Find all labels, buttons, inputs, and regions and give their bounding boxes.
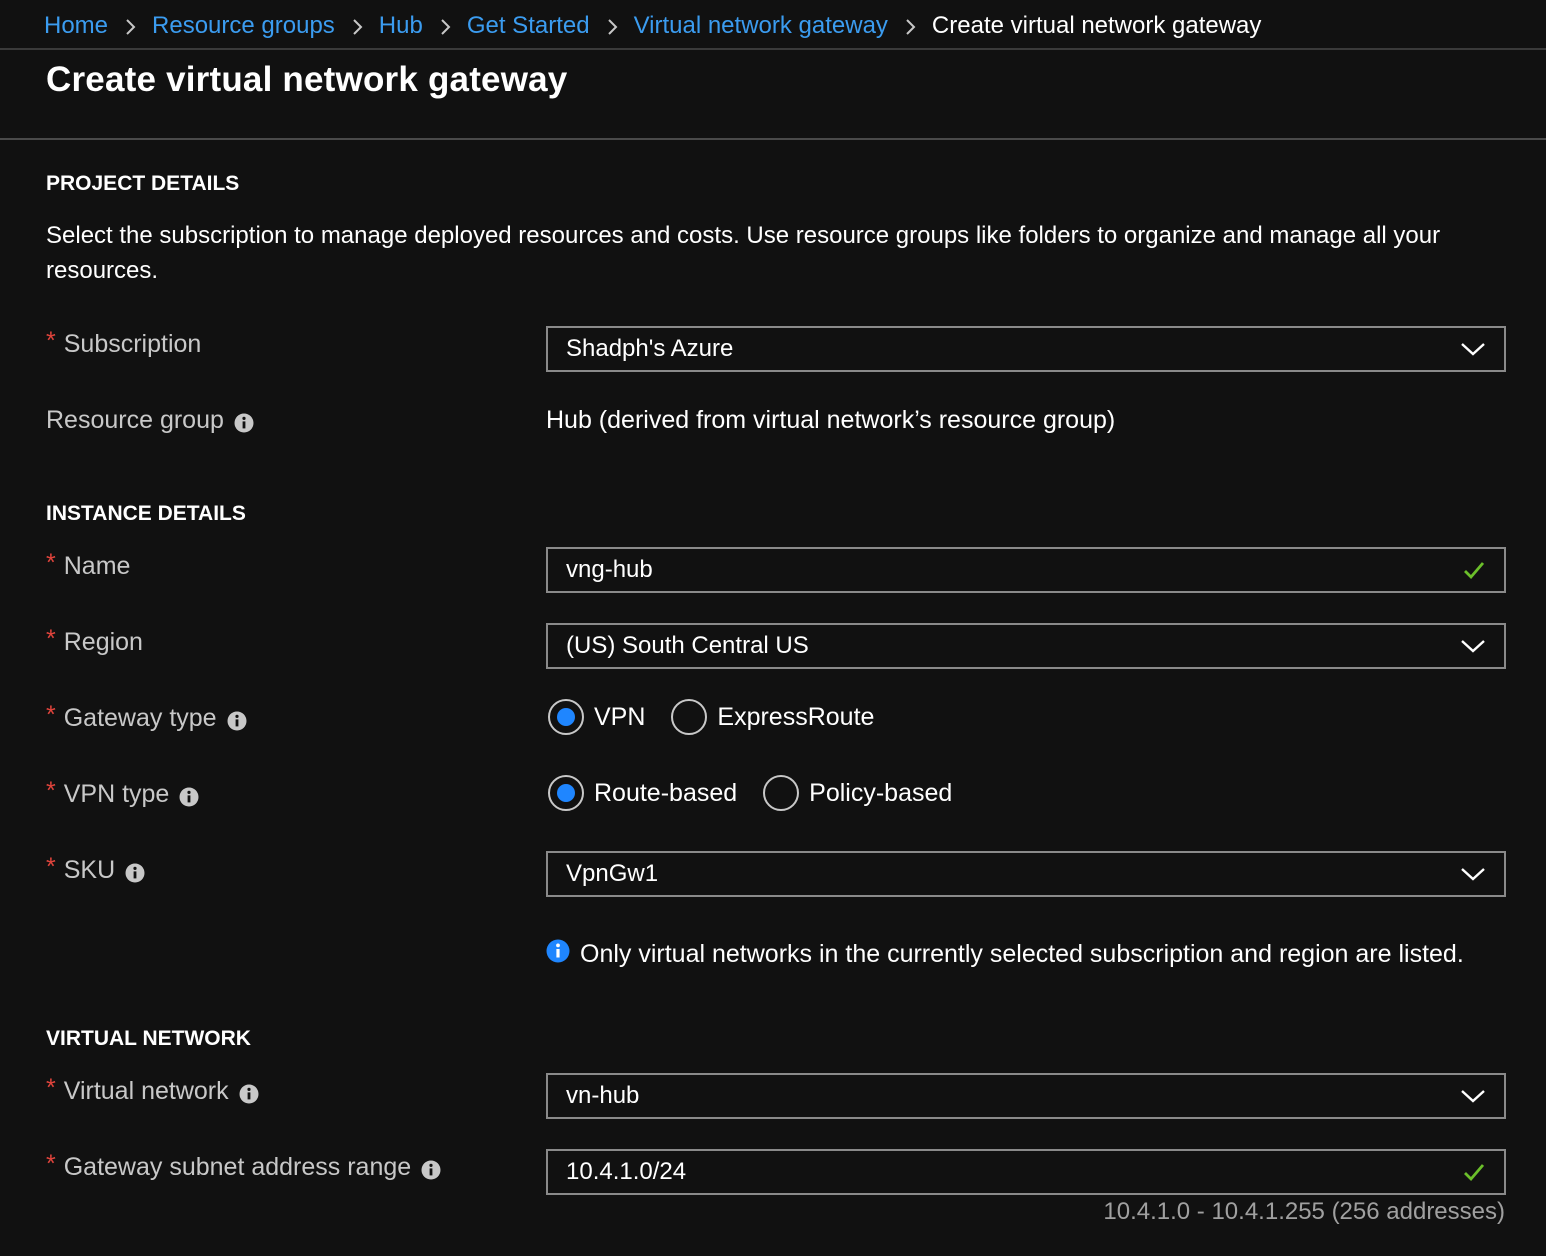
breadcrumb-virtual-network-gateway-link[interactable]: Virtual network gateway (634, 12, 888, 40)
region-label: * Region (46, 625, 143, 657)
info-icon[interactable] (227, 711, 247, 731)
gateway-subnet-label: * Gateway subnet address range (46, 1150, 441, 1182)
chevron-right-icon (335, 12, 379, 40)
radio-button-unselected[interactable] (763, 775, 800, 811)
checkmark-icon (1464, 562, 1485, 580)
chevron-right-icon (590, 12, 634, 40)
name-input[interactable]: vng-hub (546, 547, 1506, 593)
info-icon[interactable] (179, 787, 199, 807)
breadcrumb-current: Create virtual network gateway (931, 12, 1262, 39)
subscription-label: * Subscription (46, 327, 202, 359)
vpn-type-route-based-label: Route-based (594, 778, 738, 807)
chevron-right-icon (423, 12, 467, 40)
gateway-type-radio-group: VPN ExpressRoute (548, 699, 900, 735)
address-range-hint: 10.4.1.0 - 10.4.1.255 (256 addresses) (1103, 1198, 1505, 1225)
required-asterisk: * (46, 777, 56, 805)
name-value: vng-hub (566, 556, 653, 583)
resource-group-label-text: Resource group (46, 406, 224, 434)
page-title: Create virtual network gateway (46, 60, 568, 99)
vpn-type-route-based-radio[interactable]: Route-based (548, 775, 737, 811)
virtual-network-heading: VIRTUAL NETWORK (46, 1027, 251, 1050)
divider (0, 48, 1546, 50)
info-note: Only virtual networks in the currently s… (546, 939, 1464, 969)
gateway-subnet-label-text: Gateway subnet address range (63, 1153, 412, 1181)
chevron-down-icon (1461, 640, 1485, 653)
required-asterisk: * (46, 853, 56, 881)
gateway-type-vpn-radio[interactable]: VPN (548, 699, 645, 735)
required-asterisk: * (46, 549, 56, 577)
gateway-type-label-text: Gateway type (63, 704, 217, 732)
info-icon[interactable] (125, 863, 145, 883)
subscription-dropdown[interactable]: Shadph's Azure (546, 326, 1506, 372)
region-dropdown[interactable]: (US) South Central US (546, 623, 1506, 669)
virtual-network-value: vn-hub (566, 1082, 640, 1109)
chevron-down-icon (1461, 1090, 1485, 1103)
resource-group-value: Hub (derived from virtual network’s reso… (546, 406, 1116, 434)
subscription-value: Shadph's Azure (566, 335, 734, 362)
gateway-type-vpn-label: VPN (594, 702, 646, 731)
sku-value: VpnGw1 (566, 860, 659, 887)
gateway-type-expressroute-label: ExpressRoute (717, 702, 875, 731)
required-asterisk: * (46, 1150, 56, 1178)
info-icon (546, 939, 570, 962)
breadcrumb-get-started-link[interactable]: Get Started (467, 12, 590, 40)
breadcrumb-home-link[interactable]: Home (44, 12, 108, 40)
region-value: (US) South Central US (566, 632, 809, 659)
virtual-network-label: * Virtual network (46, 1074, 259, 1106)
sku-dropdown[interactable]: VpnGw1 (546, 851, 1506, 897)
project-details-heading: PROJECT DETAILS (46, 172, 240, 195)
vpn-type-policy-based-radio[interactable]: Policy-based (763, 775, 952, 811)
chevron-right-icon (888, 12, 932, 40)
gateway-subnet-value: 10.4.1.0/24 (566, 1158, 687, 1185)
radio-button-selected[interactable] (548, 775, 584, 811)
subscription-label-text: Subscription (63, 330, 202, 358)
radio-button-unselected[interactable] (671, 699, 708, 735)
name-label-text: Name (63, 552, 131, 580)
info-icon[interactable] (421, 1160, 441, 1180)
vpn-type-label: * VPN type (46, 777, 199, 809)
region-label-text: Region (63, 628, 143, 656)
name-label: * Name (46, 549, 131, 581)
breadcrumb-hub-link[interactable]: Hub (379, 12, 423, 40)
info-icon[interactable] (239, 1084, 259, 1104)
checkmark-icon (1464, 1164, 1485, 1182)
chevron-down-icon (1461, 868, 1485, 881)
required-asterisk: * (46, 327, 56, 355)
gateway-type-expressroute-radio[interactable]: ExpressRoute (671, 699, 874, 735)
gateway-type-label: * Gateway type (46, 701, 247, 733)
virtual-network-label-text: Virtual network (63, 1077, 229, 1105)
project-details-description: Select the subscription to manage deploy… (46, 222, 1441, 284)
required-asterisk: * (46, 625, 56, 653)
resource-group-label: Resource group (46, 406, 254, 435)
chevron-right-icon (108, 12, 152, 40)
breadcrumb: Home Resource groups Hub Get Started Vir… (44, 8, 1261, 44)
sku-label-text: SKU (63, 856, 116, 884)
vpn-type-policy-based-label: Policy-based (809, 778, 953, 807)
vpn-type-label-text: VPN type (63, 780, 170, 808)
gateway-subnet-input[interactable]: 10.4.1.0/24 (546, 1149, 1506, 1195)
vpn-type-radio-group: Route-based Policy-based (548, 775, 978, 811)
instance-details-heading: INSTANCE DETAILS (46, 502, 246, 525)
breadcrumb-resource-groups-link[interactable]: Resource groups (152, 12, 335, 40)
virtual-network-dropdown[interactable]: vn-hub (546, 1073, 1506, 1119)
divider (0, 138, 1546, 140)
required-asterisk: * (46, 1074, 56, 1102)
info-note-text: Only virtual networks in the currently s… (580, 940, 1464, 968)
sku-label: * SKU (46, 853, 145, 885)
radio-button-selected[interactable] (548, 699, 584, 735)
required-asterisk: * (46, 701, 56, 729)
info-icon[interactable] (234, 413, 254, 433)
chevron-down-icon (1461, 343, 1485, 356)
